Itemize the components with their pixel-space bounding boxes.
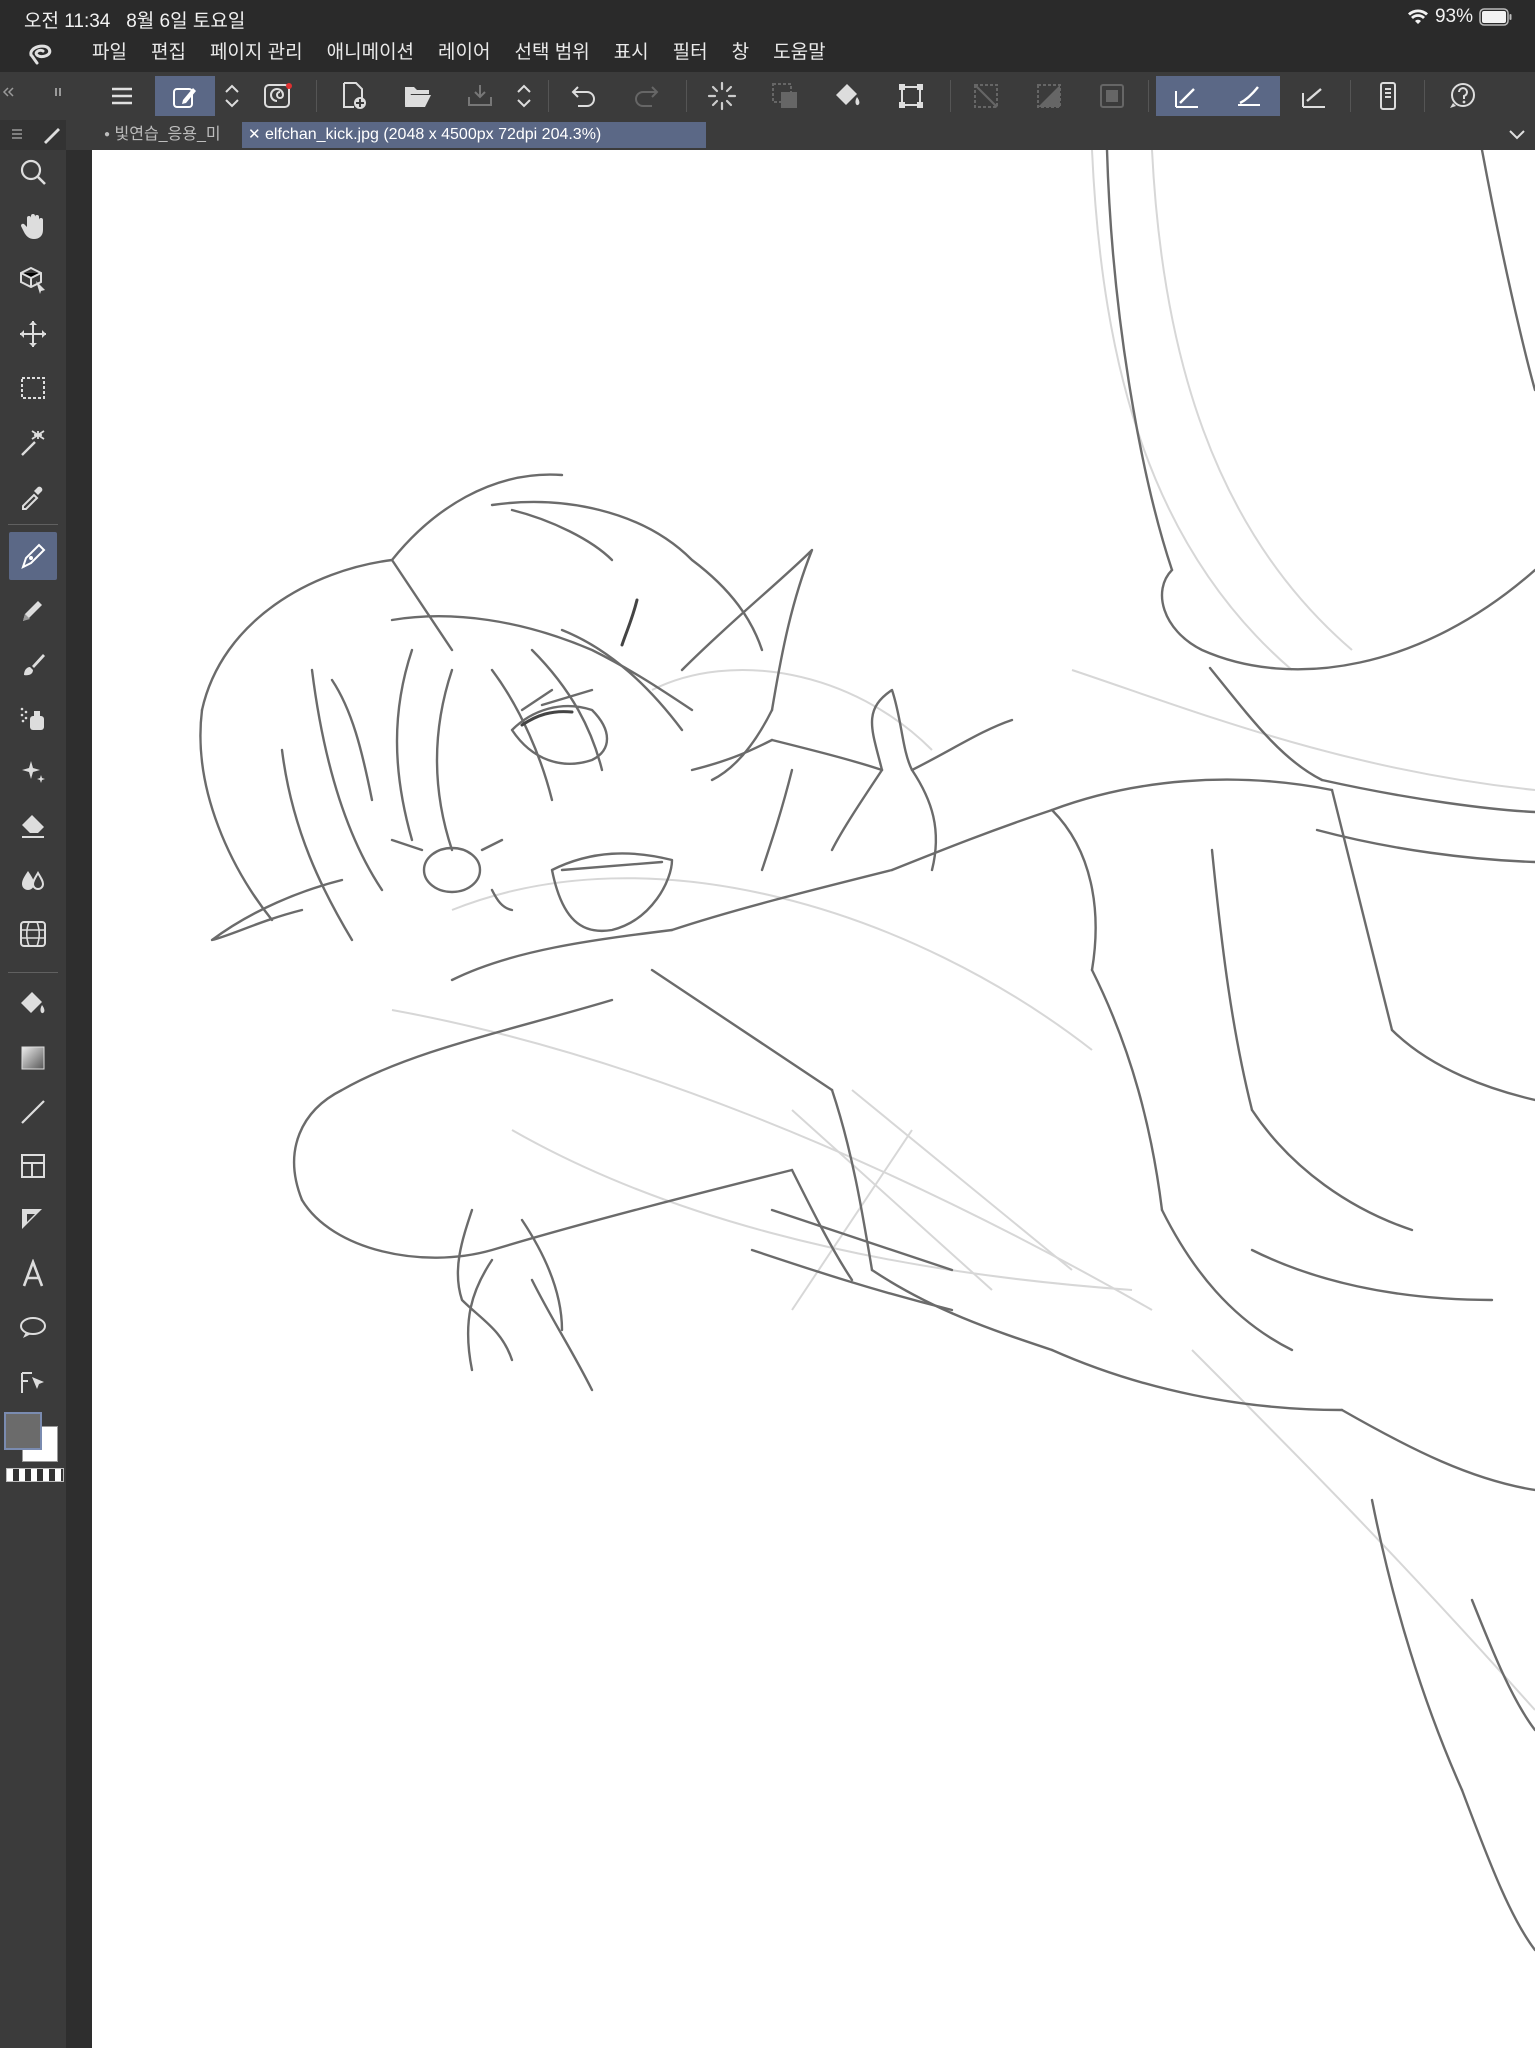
zoom-icon[interactable] [9,148,57,196]
drawing-canvas[interactable] [92,150,1535,2048]
color-swatches [0,1410,66,1510]
tab-list-chevron-icon[interactable] [1507,124,1527,144]
undo-icon[interactable] [564,76,604,116]
decoration-icon[interactable] [9,748,57,796]
mode-switch-chevrons-icon[interactable] [214,76,250,116]
correct-line-icon[interactable] [9,1358,57,1406]
auto-select-icon[interactable] [9,418,57,466]
pen-icon[interactable] [9,532,57,580]
menu-filter[interactable]: 필터 [661,34,720,72]
snap-special-ruler-icon[interactable] [1218,76,1280,116]
open-file-icon[interactable] [398,76,438,116]
transform-icon[interactable] [891,76,931,116]
menu-window[interactable]: 창 [720,34,761,72]
redo-icon[interactable] [626,76,666,116]
crop-hide-outside-icon[interactable] [966,76,1006,116]
status-bar: 오전 11:34 8월 6일 토요일 93% [0,0,1535,34]
tab-practice-file[interactable]: ● 빛연습_응용_미 [98,122,250,148]
battery-percent: 93% [1434,6,1473,27]
snap-ruler-icon[interactable] [1156,76,1218,116]
edit-mode-icon[interactable] [155,76,215,116]
balloon-icon[interactable] [9,1304,57,1352]
menu-animation[interactable]: 애니메이션 [315,34,426,72]
menu-help[interactable]: 도움말 [761,34,837,72]
brush-icon[interactable] [9,640,57,688]
menu-file[interactable]: 파일 [80,34,139,72]
ruler-icon[interactable] [9,1196,57,1244]
perspective-ruler-icon[interactable] [9,910,57,958]
menu-selection[interactable]: 선택 범위 [502,34,601,72]
save-options-chevrons-icon[interactable] [506,76,542,116]
rect-select-icon[interactable] [9,364,57,412]
fill-selection-icon[interactable] [1029,76,1069,116]
close-tab-icon[interactable]: ✕ [248,126,261,143]
elf-kick-sketch-artwork [199,150,1535,1952]
fill-bucket-icon[interactable] [828,76,868,116]
status-right: 93% [1407,6,1513,28]
menu-layer[interactable]: 레이어 [426,34,502,72]
gradient-icon[interactable] [9,1034,57,1082]
save-icon[interactable] [460,76,500,116]
tool-palette-edge [66,150,92,2048]
snap-grid-icon[interactable] [1294,76,1334,116]
blend-icon[interactable] [9,856,57,904]
main-color-swatch[interactable] [4,1412,42,1450]
frame-icon[interactable] [9,1142,57,1190]
command-bar [0,72,1535,121]
pencil-icon[interactable] [9,586,57,634]
companion-icon[interactable] [258,76,298,116]
status-time: 오전 11:34 8월 6일 토요일 [24,11,246,32]
3d-object-icon[interactable] [9,256,57,304]
wifi-icon [1407,9,1428,24]
tool-palette-header [0,120,66,150]
tab-elfchan-kick[interactable]: ✕ elfchan_kick.jpg (2048 x 4500px 72dpi … [242,122,706,148]
menu-edit[interactable]: 편집 [139,34,198,72]
menu-bar: 파일 편집 페이지 관리 애니메이션 레이어 선택 범위 표시 필터 창 도움말 [0,34,1535,72]
move-icon[interactable] [9,310,57,358]
panel-collapse-control[interactable] [0,76,66,116]
unsaved-dot-icon: ● [104,129,111,140]
app-logo-icon[interactable] [0,34,80,72]
loading-spinner-icon[interactable] [702,76,742,116]
transparent-color-swatch[interactable] [6,1468,64,1482]
menu-view[interactable]: 표시 [602,34,661,72]
airbrush-icon[interactable] [9,694,57,742]
selection-border-icon[interactable] [1092,76,1132,116]
document-tab-bar: ● 빛연습_응용_미 ✕ elfchan_kick.jpg (2048 x 45… [66,120,1535,150]
eraser-icon[interactable] [9,802,57,850]
menu-page-management[interactable]: 페이지 관리 [198,34,315,72]
text-icon[interactable] [9,1250,57,1298]
help-tips-icon[interactable] [1442,76,1482,116]
battery-icon [1479,8,1512,26]
hand-icon[interactable] [9,202,57,250]
new-file-icon[interactable] [334,76,374,116]
tool-palette [0,120,66,2048]
eyedropper-icon[interactable] [9,472,57,520]
clear-selection-icon[interactable] [765,76,805,116]
figure-icon[interactable] [9,1088,57,1136]
hamburger-menu-icon[interactable] [102,76,142,116]
smartphone-companion-icon[interactable] [1368,76,1408,116]
fill-icon[interactable] [9,980,57,1028]
